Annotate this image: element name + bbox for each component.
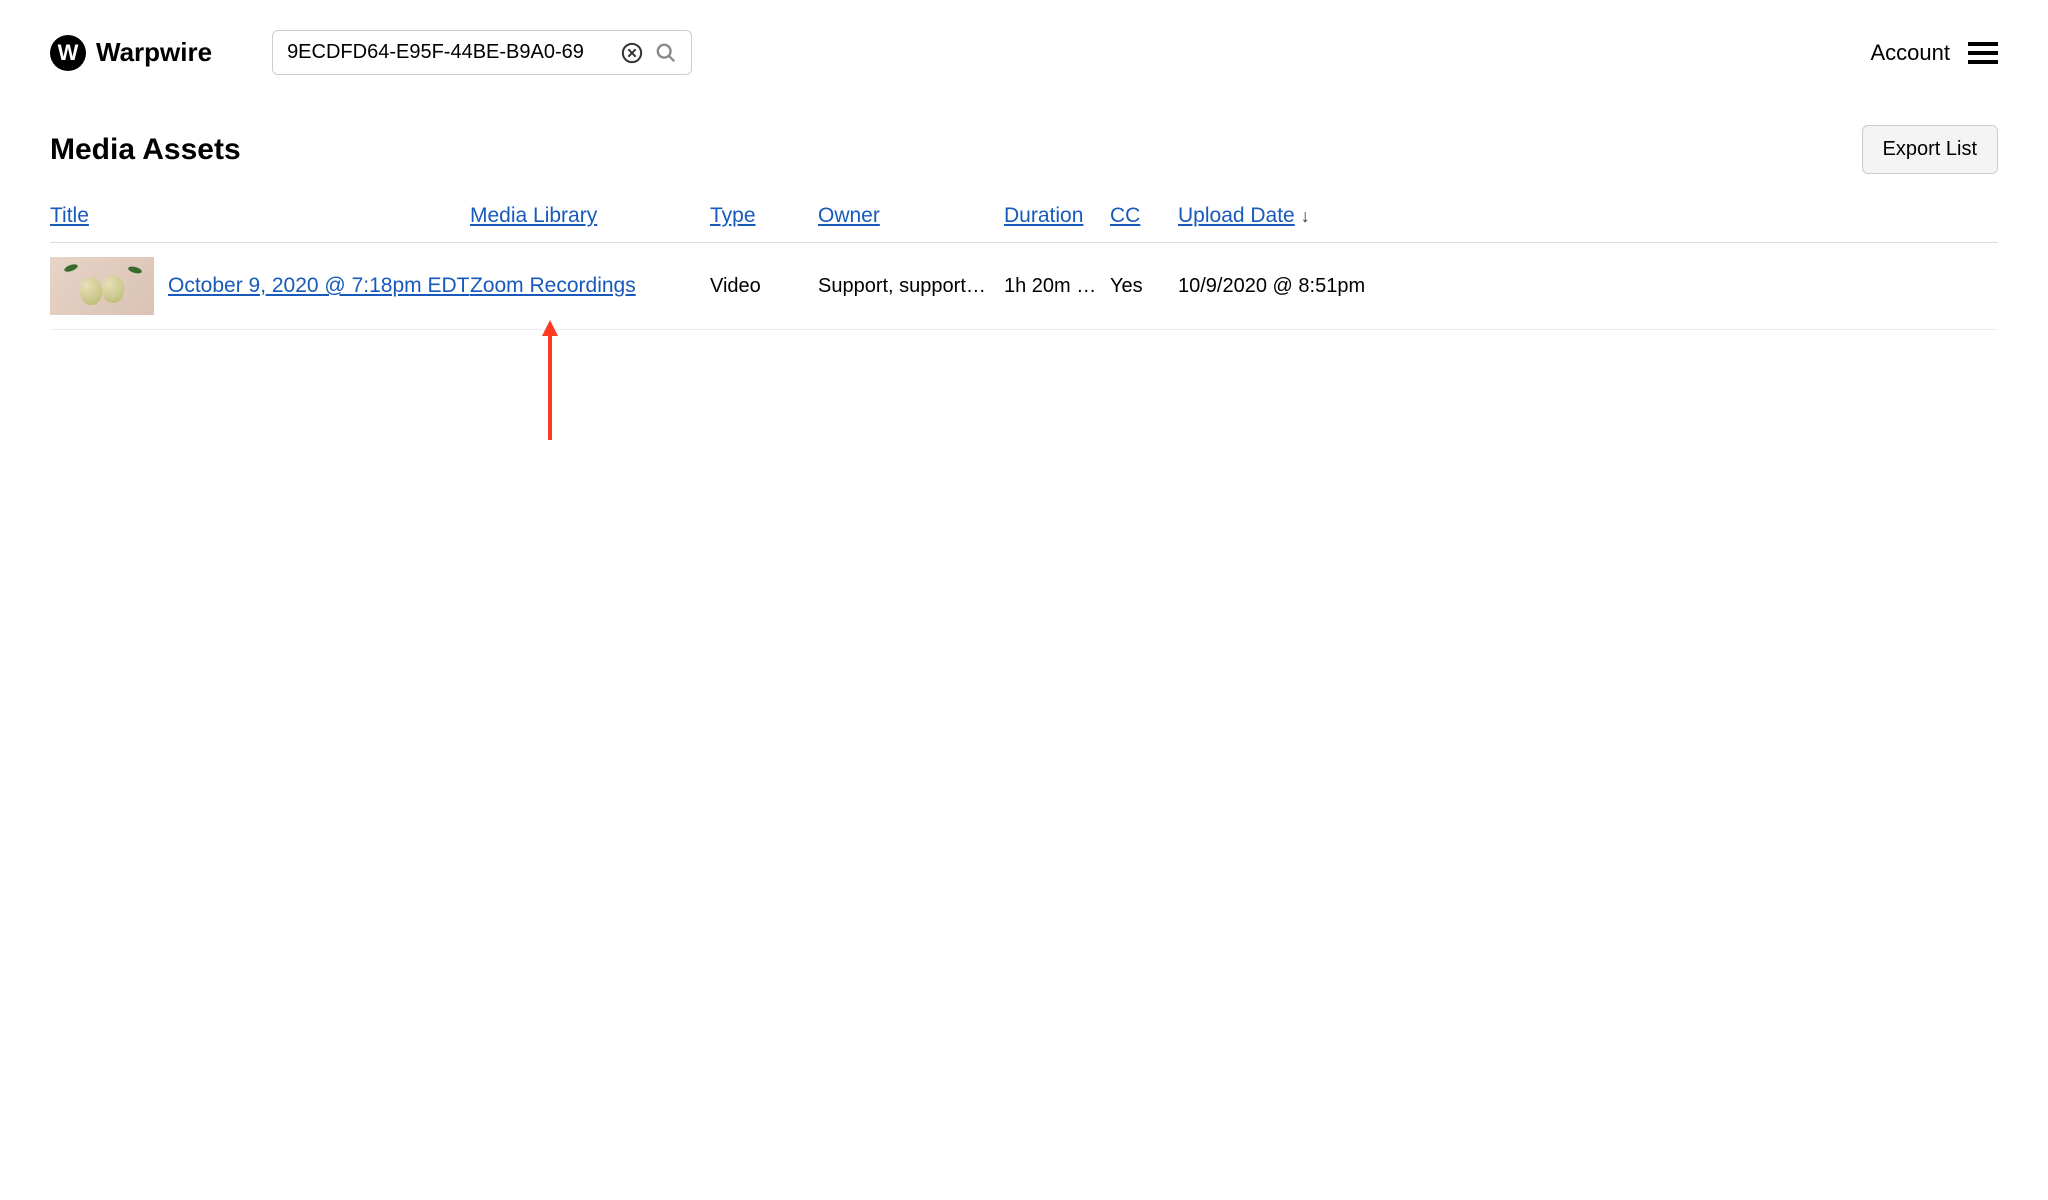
account-link[interactable]: Account [1871, 40, 1951, 66]
col-cc[interactable]: CC [1110, 204, 1140, 227]
media-library-link[interactable]: Zoom Recordings [470, 274, 636, 297]
col-duration[interactable]: Duration [1004, 204, 1083, 227]
title-cell: October 9, 2020 @ 7:18pm EDT [50, 257, 470, 315]
type-cell: Video [710, 275, 818, 298]
sort-indicator-icon: ↓ [1301, 206, 1310, 226]
col-type[interactable]: Type [710, 204, 756, 227]
search-input[interactable] [287, 41, 609, 64]
annotation-arrow-icon [540, 320, 560, 440]
app-header: W Warpwire Account [0, 0, 2048, 95]
table-row: October 9, 2020 @ 7:18pm EDT Zoom Record… [50, 243, 1998, 330]
thumbnail[interactable] [50, 257, 154, 315]
clear-search-icon[interactable] [621, 42, 643, 64]
asset-title-link[interactable]: October 9, 2020 @ 7:18pm EDT [168, 274, 469, 298]
search-box [272, 30, 692, 75]
duration-cell: 1h 20m … [1004, 275, 1110, 298]
table-header: Title Media Library Type Owner Duration … [50, 204, 1998, 243]
header-right: Account [1871, 40, 1999, 66]
menu-icon[interactable] [1968, 42, 1998, 64]
upload-date-cell: 10/9/2020 @ 8:51pm [1178, 275, 1386, 298]
title-row: Media Assets Export List [50, 125, 1998, 174]
brand-logo[interactable]: W Warpwire [50, 35, 212, 71]
col-media-library[interactable]: Media Library [470, 204, 597, 227]
owner-cell: Support, support@… [818, 275, 1004, 298]
cc-cell: Yes [1110, 275, 1178, 298]
col-upload-date[interactable]: Upload Date [1178, 204, 1295, 227]
main-content: Media Assets Export List Title Media Lib… [0, 95, 2048, 360]
search-icon[interactable] [655, 42, 677, 64]
brand-name: Warpwire [96, 37, 212, 68]
col-owner[interactable]: Owner [818, 204, 880, 227]
page-title: Media Assets [50, 133, 241, 167]
export-list-button[interactable]: Export List [1862, 125, 1998, 174]
col-title[interactable]: Title [50, 204, 89, 227]
warpwire-icon: W [50, 35, 86, 71]
